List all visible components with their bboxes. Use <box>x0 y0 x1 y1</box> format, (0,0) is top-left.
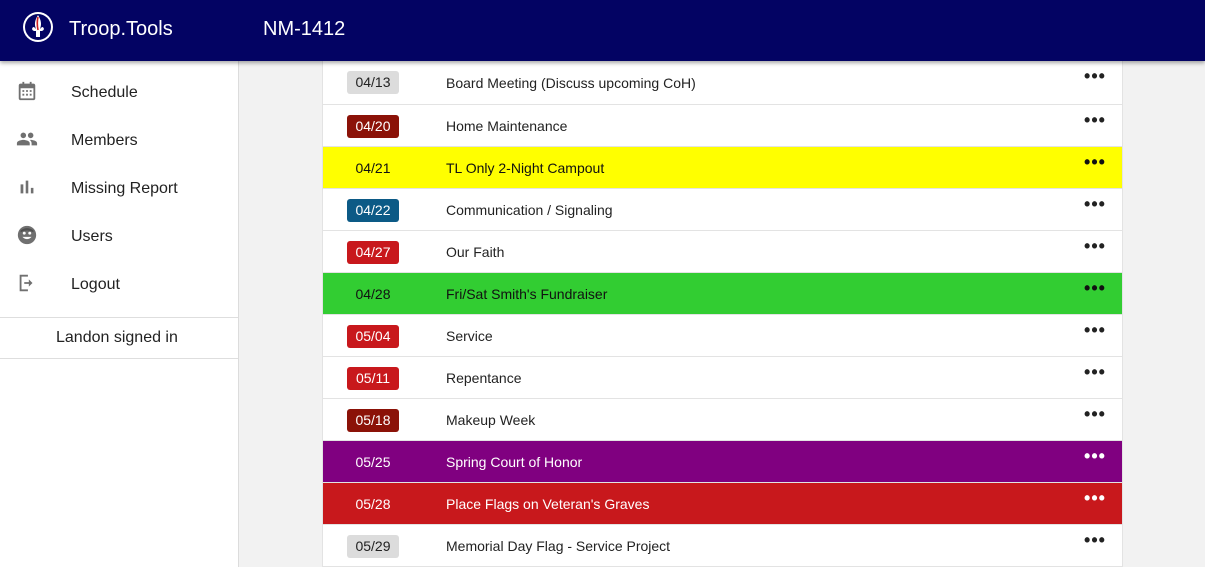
event-title[interactable]: Fri/Sat Smith's Fundraiser <box>446 286 607 302</box>
event-row[interactable]: 05/28 Place Flags on Veteran's Graves ••• <box>323 483 1122 525</box>
unit-title: NM-1412 <box>263 18 346 40</box>
event-title[interactable]: Repentance <box>446 370 522 386</box>
calendar-icon <box>18 81 36 101</box>
sidebar-item-missing-report[interactable]: Missing Report <box>0 164 238 212</box>
face-icon <box>17 225 37 245</box>
date-badge: 05/04 <box>347 325 399 348</box>
more-options-icon[interactable]: ••• <box>1080 195 1110 217</box>
event-title[interactable]: Our Faith <box>446 244 504 260</box>
sidebar-item-label: Users <box>71 228 113 245</box>
more-options-icon[interactable]: ••• <box>1080 405 1110 427</box>
sidebar-item-users[interactable]: Users <box>0 212 238 260</box>
event-row[interactable]: 05/25 Spring Court of Honor ••• <box>323 441 1122 483</box>
sidebar-item-schedule[interactable]: Schedule <box>0 68 238 116</box>
event-row[interactable]: 04/28 Fri/Sat Smith's Fundraiser ••• <box>323 273 1122 315</box>
date-badge: 04/21 <box>355 160 391 176</box>
more-options-icon[interactable]: ••• <box>1080 67 1110 89</box>
event-row[interactable]: 05/04 Service ••• <box>323 315 1122 357</box>
event-title[interactable]: TL Only 2-Night Campout <box>446 160 604 176</box>
bar-chart-icon <box>20 180 34 194</box>
app-bar: Troop.Tools NM-1412 <box>0 0 1205 61</box>
date-badge: 04/22 <box>347 199 399 222</box>
event-title[interactable]: Home Maintenance <box>446 118 567 134</box>
more-options-icon[interactable]: ••• <box>1080 489 1110 511</box>
main-content: 04/13 Board Meeting (Discuss upcoming CoH… <box>239 61 1205 567</box>
event-row[interactable]: 04/22 Communication / Signaling ••• <box>323 189 1122 231</box>
event-list: 04/13 Board Meeting (Discuss upcoming CoH… <box>322 61 1123 567</box>
event-row[interactable]: 05/18 Makeup Week ••• <box>323 399 1122 441</box>
fleur-de-lis-logo-icon[interactable] <box>22 11 54 43</box>
sidebar-nav: Schedule Members Missing Report Users Lo… <box>0 61 239 567</box>
date-badge: 04/13 <box>347 71 399 94</box>
date-badge: 05/28 <box>355 496 391 512</box>
sidebar-item-label: Members <box>71 132 138 149</box>
signed-in-status: Landon signed in <box>56 329 178 346</box>
date-badge: 05/11 <box>347 367 399 390</box>
more-options-icon[interactable]: ••• <box>1080 237 1110 259</box>
event-row[interactable]: 04/21 TL Only 2-Night Campout ••• <box>323 147 1122 189</box>
more-options-icon[interactable]: ••• <box>1080 531 1110 553</box>
more-options-icon[interactable]: ••• <box>1080 363 1110 385</box>
sidebar-item-label: Logout <box>71 276 120 293</box>
more-options-icon[interactable]: ••• <box>1080 111 1110 133</box>
date-badge: 05/18 <box>347 409 399 432</box>
event-title[interactable]: Spring Court of Honor <box>446 454 582 470</box>
sidebar-item-members[interactable]: Members <box>0 116 238 164</box>
sidebar-item-logout[interactable]: Logout <box>0 260 238 308</box>
date-badge: 04/20 <box>347 115 399 138</box>
event-title[interactable]: Board Meeting (Discuss upcoming CoH) <box>446 75 696 91</box>
event-title[interactable]: Memorial Day Flag - Service Project <box>446 538 670 554</box>
more-options-icon[interactable]: ••• <box>1080 153 1110 175</box>
event-title[interactable]: Place Flags on Veteran's Graves <box>446 496 649 512</box>
sidebar-item-label: Missing Report <box>71 180 178 197</box>
more-options-icon[interactable]: ••• <box>1080 279 1110 301</box>
date-badge: 04/27 <box>347 241 399 264</box>
date-badge: 05/25 <box>355 454 391 470</box>
people-icon <box>16 132 38 146</box>
event-row[interactable]: 05/11 Repentance ••• <box>323 357 1122 399</box>
event-title[interactable]: Communication / Signaling <box>446 202 613 218</box>
more-options-icon[interactable]: ••• <box>1080 321 1110 343</box>
event-title[interactable]: Service <box>446 328 493 344</box>
sidebar-item-label: Schedule <box>71 84 138 101</box>
date-badge: 04/28 <box>355 286 391 302</box>
event-row[interactable]: 05/29 Memorial Day Flag - Service Project… <box>323 525 1122 567</box>
event-title[interactable]: Makeup Week <box>446 412 535 428</box>
sidebar-divider <box>0 358 238 359</box>
event-row[interactable]: 04/20 Home Maintenance ••• <box>323 105 1122 147</box>
sidebar-divider <box>0 317 238 318</box>
more-options-icon[interactable]: ••• <box>1080 447 1110 469</box>
logout-icon <box>19 274 33 292</box>
app-title[interactable]: Troop.Tools <box>69 18 173 41</box>
date-badge: 05/29 <box>347 535 399 558</box>
event-row[interactable]: 04/27 Our Faith ••• <box>323 231 1122 273</box>
event-row[interactable]: 04/13 Board Meeting (Discuss upcoming CoH… <box>323 61 1122 105</box>
